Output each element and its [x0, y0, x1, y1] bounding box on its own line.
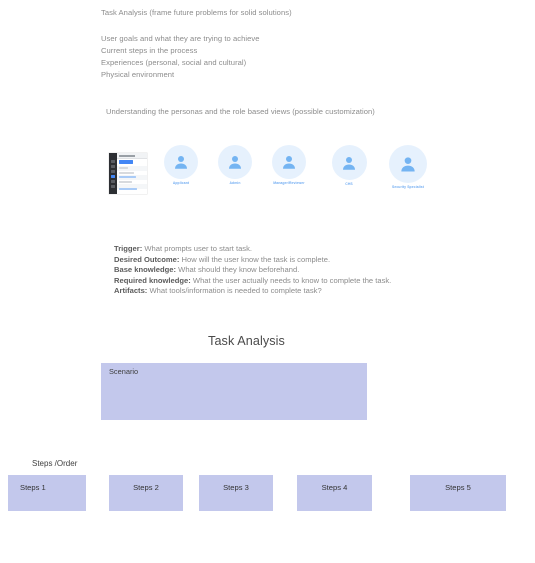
note-experiences: Experiences (personal, social and cultur… — [101, 58, 247, 67]
step-label: Steps 3 — [223, 483, 249, 492]
persona-manager-reviewer[interactable]: Manager/Reviewer — [268, 145, 310, 186]
definition-description: What prompts user to start task. — [142, 244, 253, 253]
user-avatar-icon — [164, 145, 198, 179]
scenario-box[interactable]: Scenario — [101, 363, 367, 420]
step-label: Steps 4 — [321, 483, 348, 492]
note-task-analysis-intro: Task Analysis (frame future problems for… — [101, 8, 292, 17]
persona-row: Applicant Admin Manager/Reviewer CHS Sec… — [101, 145, 441, 203]
scenario-label: Scenario — [109, 367, 139, 376]
persona-chs[interactable]: CHS — [328, 145, 370, 187]
persona-label: Manager/Reviewer — [273, 181, 305, 185]
definition-term: Desired Outcome: — [114, 254, 180, 264]
page-title: Task Analysis — [208, 334, 285, 348]
step-box-3[interactable]: Steps 3 — [199, 475, 273, 511]
persona-security-specialist[interactable]: Security Specialist — [384, 145, 432, 190]
definition-artifacts: Artifacts: What tools/information is nee… — [114, 286, 474, 297]
user-avatar-icon — [218, 145, 252, 179]
note-physical-environment: Physical environment — [101, 70, 175, 79]
definition-required-knowledge: Required knowledge: What the user actual… — [114, 276, 474, 287]
persona-applicant[interactable]: Applicant — [160, 145, 202, 186]
step-label: Steps 1 — [20, 483, 46, 492]
step-box-1[interactable]: Steps 1 — [8, 475, 86, 511]
step-box-4[interactable]: Steps 4 — [297, 475, 372, 511]
definition-desired-outcome: Desired Outcome: How will the user know … — [114, 255, 474, 266]
persona-admin[interactable]: Admin — [214, 145, 256, 186]
step-label: Steps 2 — [133, 483, 159, 492]
user-avatar-icon — [389, 145, 427, 183]
definition-base-knowledge: Base knowledge: What should they know be… — [114, 265, 474, 276]
definition-trigger: Trigger: What prompts user to start task… — [114, 244, 474, 255]
step-box-5[interactable]: Steps 5 — [410, 475, 506, 511]
step-label: Steps 5 — [445, 483, 471, 492]
task-definition-list: Trigger: What prompts user to start task… — [114, 244, 474, 297]
persona-label: Applicant — [172, 181, 190, 185]
note-understanding-personas: Understanding the personas and the role … — [106, 107, 375, 116]
persona-label: Security Specialist — [391, 185, 425, 189]
user-avatar-icon — [272, 145, 306, 179]
definition-term: Artifacts: — [114, 286, 148, 296]
definition-description: What tools/information is needed to comp… — [147, 286, 322, 296]
definition-description: What should they know beforehand. — [176, 265, 300, 275]
definition-term: Base knowledge: — [114, 265, 177, 275]
user-avatar-icon — [331, 145, 367, 180]
step-box-2[interactable]: Steps 2 — [109, 475, 183, 511]
steps-order-label: Steps /Order — [32, 459, 78, 468]
definition-description: What the user actually needs to know to … — [190, 275, 392, 285]
definition-description: How will the user know the task is compl… — [179, 254, 331, 264]
note-user-goals: User goals and what they are trying to a… — [101, 34, 260, 43]
note-current-steps: Current steps in the process — [101, 46, 198, 55]
definition-term: Required knowledge: — [114, 275, 191, 285]
persona-label: Admin — [229, 181, 241, 185]
definition-term: Trigger: — [114, 244, 143, 253]
persona-label: CHS — [345, 182, 353, 186]
